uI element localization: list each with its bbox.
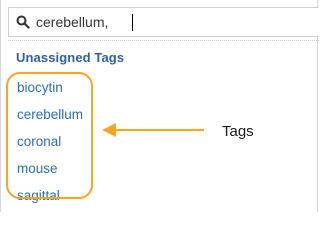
tags-callout-label: Tags bbox=[222, 123, 254, 140]
tag-search-input[interactable] bbox=[36, 10, 306, 34]
search-icon bbox=[16, 15, 30, 29]
screenshot-stage: Unassigned Tags biocytin cerebellum coro… bbox=[0, 0, 327, 212]
unassigned-tags-heading: Unassigned Tags bbox=[16, 50, 125, 65]
tags-highlight-box bbox=[6, 72, 93, 199]
tag-search-box[interactable] bbox=[8, 7, 319, 37]
text-caret bbox=[132, 14, 133, 31]
section-divider bbox=[8, 40, 319, 42]
